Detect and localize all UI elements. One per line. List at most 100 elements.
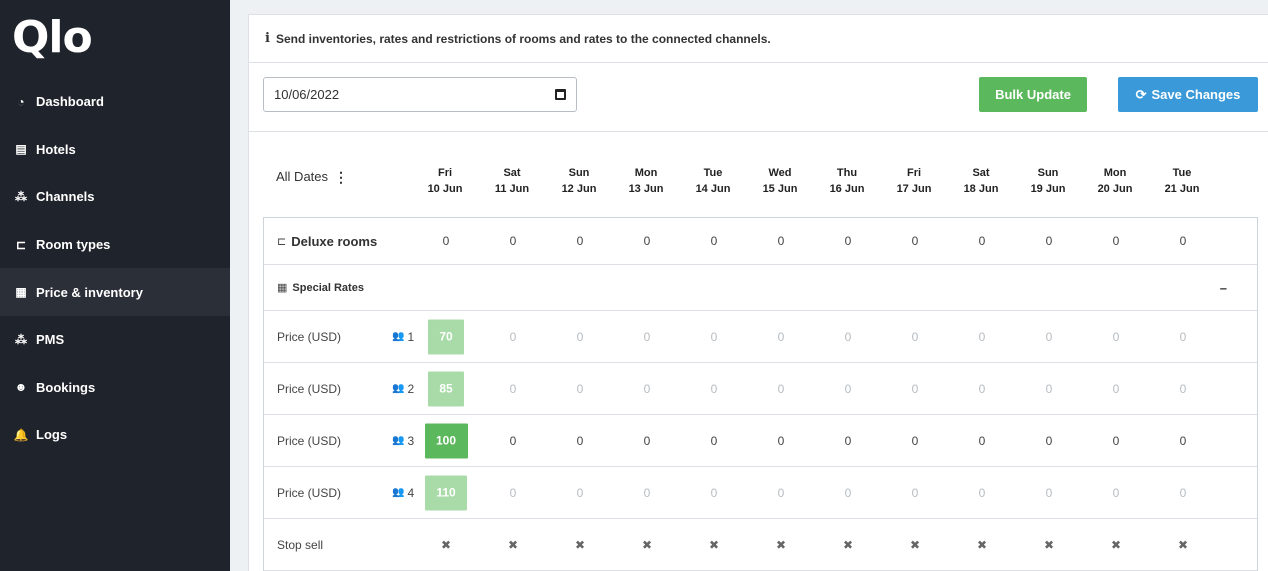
stop-sell-toggle-icon[interactable]: ✖ — [483, 538, 543, 552]
inventory-cell[interactable]: 0 — [751, 234, 811, 248]
price-cell[interactable]: 0 — [751, 330, 811, 344]
price-cell[interactable]: 0 — [617, 486, 677, 500]
date-input[interactable]: 10/06/2022 — [263, 77, 577, 112]
price-cell[interactable]: 0 — [684, 434, 744, 448]
inventory-cell[interactable]: 0 — [885, 234, 945, 248]
price-cell[interactable]: 0 — [483, 382, 543, 396]
sidebar-item-dashboard[interactable]: ◔ Dashboard — [0, 78, 230, 126]
inventory-cell[interactable]: 0 — [1153, 234, 1213, 248]
price-cell[interactable]: 0 — [1019, 330, 1079, 344]
inventory-cell[interactable]: 0 — [1086, 234, 1146, 248]
save-changes-button[interactable]: ⟳ Save Changes — [1118, 77, 1258, 112]
price-cell[interactable]: 0 — [684, 486, 744, 500]
date-column-header[interactable]: Fri 10 Jun — [415, 165, 475, 197]
stop-sell-toggle-icon[interactable]: ✖ — [1153, 538, 1213, 552]
date-column-header[interactable]: Sun 19 Jun — [1018, 165, 1078, 197]
price-cell[interactable]: 0 — [885, 486, 945, 500]
date-column-header[interactable]: Mon 13 Jun — [616, 165, 676, 197]
stop-sell-toggle-icon[interactable]: ✖ — [885, 538, 945, 552]
inventory-cell[interactable]: 0 — [818, 234, 878, 248]
price-cell[interactable]: 0 — [617, 434, 677, 448]
price-cell[interactable]: 0 — [483, 486, 543, 500]
price-cell[interactable]: 0 — [885, 330, 945, 344]
price-cell[interactable]: 0 — [952, 330, 1012, 344]
stop-sell-toggle-icon[interactable]: ✖ — [818, 538, 878, 552]
date-column-header[interactable]: Wed 15 Jun — [750, 165, 810, 197]
date-column-header[interactable]: Tue 14 Jun — [683, 165, 743, 197]
stop-sell-toggle-icon[interactable]: ✖ — [416, 538, 476, 552]
price-cell[interactable]: 0 — [885, 434, 945, 448]
price-cell[interactable]: 0 — [1086, 330, 1146, 344]
all-dates-menu[interactable]: All Dates ⋮ — [276, 169, 348, 184]
inventory-cell[interactable]: 0 — [416, 234, 476, 248]
price-cell[interactable]: 0 — [550, 486, 610, 500]
price-cell[interactable]: 0 — [885, 382, 945, 396]
sidebar-item-logs[interactable]: 🔔 Logs — [0, 411, 230, 459]
calendar-icon[interactable] — [555, 89, 566, 100]
qlo-logo[interactable]: Qlo — [12, 16, 93, 60]
date-column-header[interactable]: Sat 11 Jun — [482, 165, 542, 197]
price-cell[interactable]: 0 — [952, 434, 1012, 448]
bulk-update-button[interactable]: Bulk Update — [979, 77, 1087, 112]
stop-sell-toggle-icon[interactable]: ✖ — [617, 538, 677, 552]
sidebar-item-pms[interactable]: ⁂ PMS — [0, 316, 230, 364]
price-cell[interactable]: 0 — [483, 434, 543, 448]
price-cell[interactable]: 0 — [751, 434, 811, 448]
kebab-menu-icon[interactable]: ⋮ — [334, 170, 348, 184]
price-cell[interactable]: 0 — [751, 382, 811, 396]
price-cell[interactable]: 0 — [751, 486, 811, 500]
price-cell-selected[interactable]: 100 — [424, 423, 468, 458]
sidebar-item-bookings[interactable]: ☻ Bookings — [0, 364, 230, 412]
price-cell[interactable]: 0 — [617, 330, 677, 344]
price-cell-selected[interactable]: 85 — [428, 371, 464, 406]
collapse-button[interactable]: – — [1220, 280, 1227, 295]
price-cell[interactable]: 0 — [1019, 434, 1079, 448]
inventory-cell[interactable]: 0 — [684, 234, 744, 248]
price-cell[interactable]: 0 — [952, 486, 1012, 500]
inventory-cell[interactable]: 0 — [617, 234, 677, 248]
stop-sell-toggle-icon[interactable]: ✖ — [684, 538, 744, 552]
inventory-cell[interactable]: 0 — [952, 234, 1012, 248]
stop-sell-toggle-icon[interactable]: ✖ — [751, 538, 811, 552]
price-cell[interactable]: 0 — [818, 486, 878, 500]
date-column-header[interactable]: Sat 18 Jun — [951, 165, 1011, 197]
price-cell[interactable]: 0 — [550, 382, 610, 396]
date-column-header[interactable]: Sun 12 Jun — [549, 165, 609, 197]
price-cell[interactable]: 0 — [818, 434, 878, 448]
price-cell[interactable]: 0 — [818, 382, 878, 396]
inventory-cell[interactable]: 0 — [550, 234, 610, 248]
date-column-header[interactable]: Tue 21 Jun — [1152, 165, 1212, 197]
inventory-cell[interactable]: 0 — [1019, 234, 1079, 248]
price-cell[interactable]: 0 — [1086, 434, 1146, 448]
price-cell-selected[interactable]: 70 — [428, 319, 464, 354]
price-cell[interactable]: 0 — [1019, 486, 1079, 500]
stop-sell-toggle-icon[interactable]: ✖ — [550, 538, 610, 552]
date-column-header[interactable]: Mon 20 Jun — [1085, 165, 1145, 197]
sidebar-item-room-types[interactable]: ⊏ Room types — [0, 221, 230, 269]
price-cell[interactable]: 0 — [1153, 486, 1213, 500]
price-cell[interactable]: 0 — [483, 330, 543, 344]
price-cell[interactable]: 0 — [550, 330, 610, 344]
inventory-cell[interactable]: 0 — [483, 234, 543, 248]
price-cell[interactable]: 0 — [952, 382, 1012, 396]
price-cell[interactable]: 0 — [684, 382, 744, 396]
sidebar-item-price-inventory[interactable]: ▦ Price & inventory — [0, 268, 230, 316]
price-cell[interactable]: 0 — [818, 330, 878, 344]
price-cell[interactable]: 0 — [1153, 330, 1213, 344]
price-cell-selected[interactable]: 110 — [425, 475, 467, 510]
price-cell[interactable]: 0 — [684, 330, 744, 344]
price-cell[interactable]: 0 — [1086, 382, 1146, 396]
stop-sell-toggle-icon[interactable]: ✖ — [1086, 538, 1146, 552]
sidebar-item-hotels[interactable]: ▤ Hotels — [0, 126, 230, 174]
price-cell[interactable]: 0 — [550, 434, 610, 448]
stop-sell-toggle-icon[interactable]: ✖ — [1019, 538, 1079, 552]
sidebar-item-channels[interactable]: ⁂ Channels — [0, 173, 230, 221]
price-cell[interactable]: 0 — [617, 382, 677, 396]
price-cell[interactable]: 0 — [1153, 382, 1213, 396]
stop-sell-toggle-icon[interactable]: ✖ — [952, 538, 1012, 552]
price-cell[interactable]: 0 — [1019, 382, 1079, 396]
price-cell[interactable]: 0 — [1086, 486, 1146, 500]
date-column-header[interactable]: Thu 16 Jun — [817, 165, 877, 197]
date-column-header[interactable]: Fri 17 Jun — [884, 165, 944, 197]
price-cell[interactable]: 0 — [1153, 434, 1213, 448]
